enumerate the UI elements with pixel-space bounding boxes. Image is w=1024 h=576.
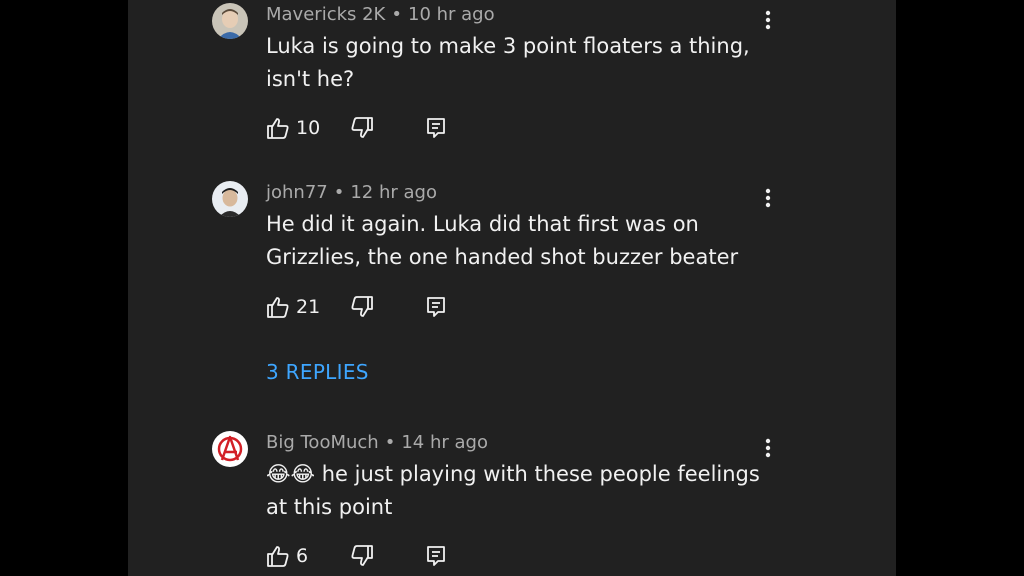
vertical-dots-icon [765,10,771,30]
comment-meta: john77 • 12 hr ago [266,182,437,203]
avatar-image [212,181,248,217]
thumbs-down-icon[interactable] [350,544,374,568]
thumbs-down-icon[interactable] [350,116,374,140]
avatar[interactable] [212,3,248,39]
comment-meta: Big TooMuch • 14 hr ago [266,432,488,453]
comment-actions: 21 [266,295,466,321]
vertical-dots-icon [765,188,771,208]
comments-panel: Mavericks 2K • 10 hr ago Luka is going to … [128,0,896,576]
like-count: 21 [296,296,321,318]
comment-menu-button[interactable] [754,434,782,462]
meta-separator: • [391,4,402,25]
meta-separator: • [384,432,396,453]
like-count: 10 [296,117,321,139]
thumbs-down-icon[interactable] [350,295,374,319]
comment-reply-icon[interactable] [424,116,448,140]
comment-reply-icon[interactable] [424,544,448,568]
meta-separator: • [333,182,345,203]
comment-text: Luka is going to make 3 point floaters a… [266,34,750,91]
comment-time[interactable]: 12 hr ago [350,182,437,203]
like-count: 6 [296,545,309,567]
comment-actions: 10 [266,116,466,142]
thumbs-up-icon[interactable] [266,295,290,319]
anarchy-logo-avatar-icon [212,431,248,467]
thumbs-up-icon[interactable] [266,544,290,568]
comment-menu-button[interactable] [754,184,782,212]
comment-author[interactable]: Big TooMuch [266,432,379,453]
avatar[interactable] [212,181,248,217]
comment-text: 😂😂 he just playing with these people fee… [266,462,760,519]
avatar-image [212,3,248,39]
avatar[interactable] [212,431,248,467]
vertical-dots-icon [765,438,771,458]
comment-author[interactable]: john77 [266,182,328,203]
comment-time[interactable]: 10 hr ago [408,4,495,25]
comment-meta: Mavericks 2K • 10 hr ago [266,4,495,25]
comment-text: He did it again. Luka did that first was… [266,212,739,269]
comment-time[interactable]: 14 hr ago [401,432,488,453]
thumbs-up-icon[interactable] [266,116,290,140]
comment-menu-button[interactable] [754,6,782,34]
comment-reply-icon[interactable] [424,295,448,319]
comment-actions: 6 [266,544,466,570]
view-replies-link[interactable]: 3 REPLIES [266,360,369,384]
comment-author[interactable]: Mavericks 2K [266,4,385,25]
